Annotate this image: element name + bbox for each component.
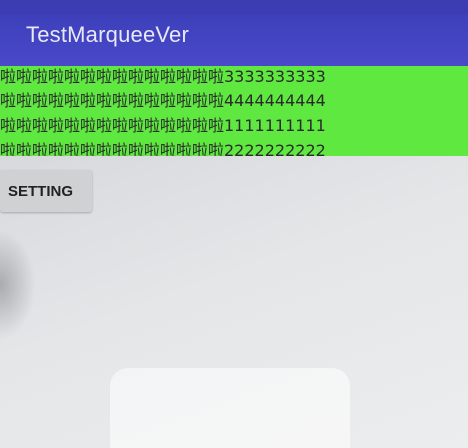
app-bar: TestMarqueeVer bbox=[0, 0, 468, 66]
marquee-line: 啦啦啦啦啦啦啦啦啦啦啦啦啦啦2222222222 bbox=[0, 141, 326, 156]
setting-button[interactable]: SETTING bbox=[0, 170, 92, 212]
marquee-line: 啦啦啦啦啦啦啦啦啦啦啦啦啦啦1111111111 bbox=[0, 116, 326, 135]
marquee-line: 啦啦啦啦啦啦啦啦啦啦啦啦啦啦4444444444 bbox=[0, 91, 326, 110]
marquee-line: 啦啦啦啦啦啦啦啦啦啦啦啦啦啦3333333333 bbox=[0, 67, 326, 86]
bottom-panel bbox=[110, 368, 350, 448]
left-shadow bbox=[0, 230, 36, 340]
marquee-view: 啦啦啦啦啦啦啦啦啦啦啦啦啦啦3333333333 啦啦啦啦啦啦啦啦啦啦啦啦啦啦4… bbox=[0, 66, 468, 156]
app-title: TestMarqueeVer bbox=[26, 22, 189, 47]
status-bar bbox=[0, 0, 468, 14]
